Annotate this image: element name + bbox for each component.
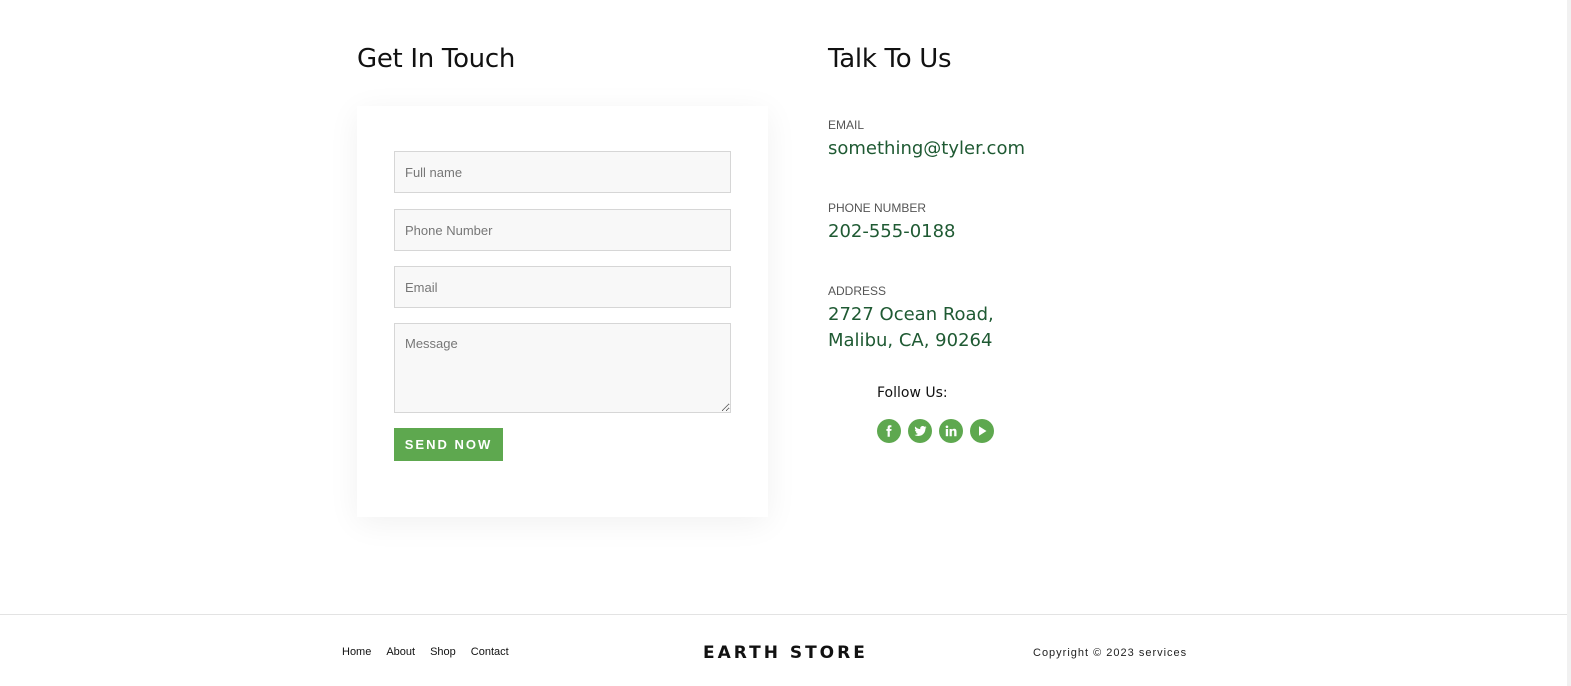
follow-us-label: Follow Us: <box>877 385 948 401</box>
footer-nav: Home About Shop Contact <box>342 646 509 658</box>
phone-number-input[interactable] <box>394 209 731 251</box>
message-textarea[interactable] <box>394 323 731 413</box>
facebook-icon[interactable] <box>877 419 901 443</box>
phone-label: PHONE NUMBER <box>828 201 927 215</box>
social-links <box>877 419 994 443</box>
twitter-icon[interactable] <box>908 419 932 443</box>
send-now-button[interactable]: SEND NOW <box>394 428 503 461</box>
copyright-text: Copyright © 2023 services <box>1033 647 1188 659</box>
talk-to-us-heading: Talk To Us <box>828 44 952 74</box>
footer-link-shop[interactable]: Shop <box>430 646 456 658</box>
email-value: something@tyler.com <box>828 138 1025 159</box>
address-line-2: Malibu, CA, 90264 <box>828 330 993 351</box>
get-in-touch-heading: Get In Touch <box>357 44 516 74</box>
email-input[interactable] <box>394 266 731 308</box>
phone-value: 202-555-0188 <box>828 221 956 242</box>
youtube-icon[interactable] <box>970 419 994 443</box>
full-name-input[interactable] <box>394 151 731 193</box>
footer-divider <box>0 614 1567 615</box>
address-line-1: 2727 Ocean Road, <box>828 304 994 325</box>
email-label: EMAIL <box>828 118 865 132</box>
page-scrollbar[interactable] <box>1567 0 1571 686</box>
address-label: ADDRESS <box>828 284 887 298</box>
footer-brand-logo[interactable]: EARTH STORE <box>703 643 868 663</box>
linkedin-icon[interactable] <box>939 419 963 443</box>
footer-link-about[interactable]: About <box>386 646 415 658</box>
footer-link-contact[interactable]: Contact <box>471 646 509 658</box>
contact-form-card: SEND NOW <box>357 106 768 517</box>
footer-link-home[interactable]: Home <box>342 646 371 658</box>
